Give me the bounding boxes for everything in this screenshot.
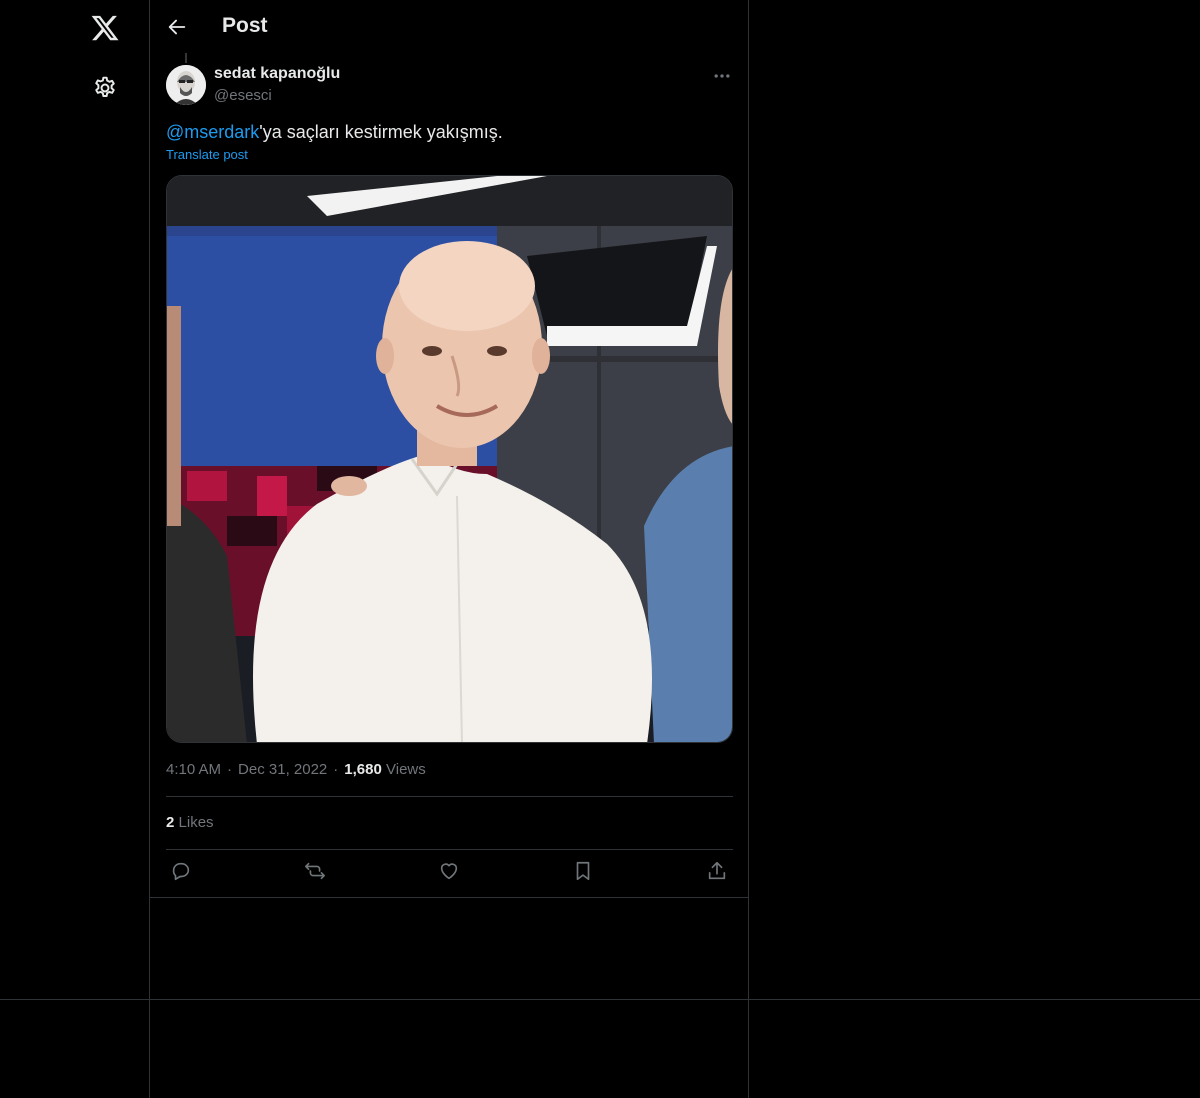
translate-post-link[interactable]: Translate post — [166, 147, 248, 162]
repost-icon[interactable] — [304, 860, 326, 882]
arrow-left-icon[interactable] — [166, 16, 188, 38]
bookmark-icon[interactable] — [572, 860, 594, 882]
page-header: Post — [150, 0, 749, 53]
reply-icon[interactable] — [170, 860, 192, 882]
likes-count: 2 — [166, 814, 175, 831]
x-logo-icon[interactable] — [90, 13, 120, 43]
avatar[interactable] — [166, 65, 206, 105]
post-text: @mserdark'ya saçları kestirmek yakışmış. — [166, 120, 503, 144]
likes-label: Likes — [178, 814, 214, 831]
author-name[interactable]: sedat kapanoğlu — [214, 65, 340, 83]
thread-connector — [185, 53, 187, 63]
share-icon[interactable] — [706, 860, 728, 882]
viewport-bottom-divider — [0, 999, 1200, 1000]
post-detail-column: Post sedat kapanoğlu @esesci @mserdark'y… — [150, 0, 749, 1098]
heart-icon[interactable] — [438, 860, 460, 882]
mention-link[interactable]: @mserdark — [166, 122, 259, 142]
post-meta: 4:10 AM · Dec 31, 2022 · 1,680 Views — [166, 761, 426, 778]
avatar-image — [166, 65, 206, 105]
gear-icon[interactable] — [92, 75, 118, 101]
author-handle[interactable]: @esesci — [214, 87, 272, 104]
views-label: Views — [386, 761, 426, 778]
more-horizontal-icon[interactable] — [712, 67, 732, 85]
page-title: Post — [222, 14, 268, 37]
post-photo[interactable] — [166, 175, 733, 743]
divider — [166, 796, 733, 797]
post-actions — [166, 860, 733, 886]
divider — [150, 897, 749, 898]
post-date[interactable]: Dec 31, 2022 — [238, 761, 327, 778]
post-time[interactable]: 4:10 AM — [166, 761, 221, 778]
photo-image — [167, 176, 732, 742]
divider — [166, 849, 733, 850]
left-navigation-rail — [0, 0, 150, 1098]
meta-separator: · — [227, 761, 233, 778]
meta-separator: · — [333, 761, 339, 778]
likes-link[interactable]: 2 Likes — [166, 814, 214, 831]
views-count: 1,680 — [344, 761, 382, 778]
post-body: 'ya saçları kestirmek yakışmış. — [259, 122, 503, 142]
